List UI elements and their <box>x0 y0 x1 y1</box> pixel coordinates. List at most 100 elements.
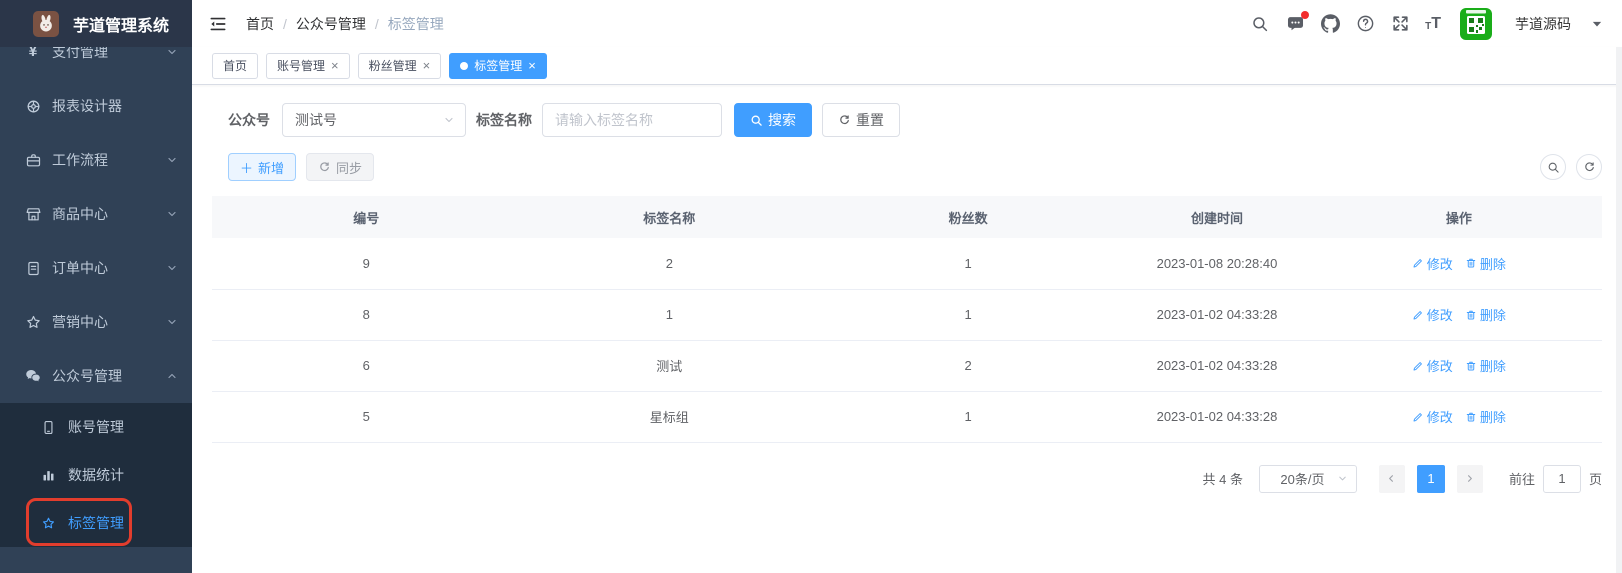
star-icon <box>24 313 42 331</box>
delete-link[interactable]: 删除 <box>1465 305 1506 324</box>
sidebar-submenu-wechat: 账号管理 数据统计 标签管理 <box>0 403 192 547</box>
font-size-icon[interactable]: TT <box>1425 15 1441 33</box>
cell-name: 星标组 <box>521 391 818 442</box>
help-icon[interactable] <box>1355 14 1375 34</box>
breadcrumb-home[interactable]: 首页 <box>246 14 274 34</box>
page-content: 公众号 测试号 标签名称 搜索 重置 ＋ 新增 <box>192 85 1622 493</box>
chevron-down-icon <box>1337 473 1348 484</box>
edit-link-label: 修改 <box>1427 407 1453 426</box>
tab-tag-mgmt[interactable]: 标签管理 × <box>449 53 547 79</box>
cell-id: 9 <box>212 238 521 289</box>
sidebar-item-label: 账号管理 <box>68 417 124 437</box>
close-icon[interactable]: × <box>528 59 536 72</box>
goto-page-input[interactable] <box>1543 465 1581 493</box>
cell-name: 2 <box>521 238 818 289</box>
table-row: 6 测试 2 2023-01-02 04:33:28 修改 删除 <box>212 340 1602 391</box>
filter-form: 公众号 测试号 标签名称 搜索 重置 <box>212 103 1602 137</box>
app-logo[interactable]: 芋道管理系统 <box>0 0 192 47</box>
sync-button-label: 同步 <box>336 158 362 177</box>
sidebar-item-wechat-mgmt[interactable]: 公众号管理 <box>0 349 192 403</box>
sidebar: 芋道管理系统 ¥ 支付管理 报表设计器 工作流程 商品中心 订单中心 <box>0 0 192 573</box>
user-avatar-qr[interactable] <box>1460 8 1492 40</box>
chevron-up-icon <box>166 370 178 382</box>
sidebar-item-order-center[interactable]: 订单中心 <box>0 241 192 295</box>
tab-fans-mgmt[interactable]: 粉丝管理 × <box>358 53 442 79</box>
cell-name: 测试 <box>521 340 818 391</box>
sidebar-item-account-mgmt[interactable]: 账号管理 <box>0 403 192 451</box>
active-tab-dot <box>460 62 468 70</box>
delete-link[interactable]: 删除 <box>1465 254 1506 273</box>
scrollbar[interactable] <box>1616 47 1622 573</box>
next-page-button[interactable] <box>1457 465 1483 493</box>
table-row: 5 星标组 1 2023-01-02 04:33:28 修改 删除 <box>212 391 1602 442</box>
chevron-down-icon <box>166 154 178 166</box>
delete-link-label: 删除 <box>1480 305 1506 324</box>
briefcase-icon <box>24 151 42 169</box>
fullscreen-icon[interactable] <box>1390 14 1410 34</box>
cell-created: 2023-01-02 04:33:28 <box>1118 340 1315 391</box>
column-header-name: 标签名称 <box>521 196 818 238</box>
add-button[interactable]: ＋ 新增 <box>228 153 296 181</box>
message-icon[interactable] <box>1285 14 1305 34</box>
edit-link[interactable]: 修改 <box>1412 254 1453 273</box>
page-size-select[interactable]: 20条/页 <box>1259 465 1357 493</box>
search-icon[interactable] <box>1250 14 1270 34</box>
delete-link[interactable]: 删除 <box>1465 356 1506 375</box>
sidebar-item-label: 营销中心 <box>52 312 166 332</box>
account-select[interactable]: 测试号 <box>282 103 466 137</box>
shop-icon <box>24 205 42 223</box>
search-button[interactable]: 搜索 <box>734 103 812 137</box>
tab-label: 账号管理 <box>277 57 325 74</box>
edit-link[interactable]: 修改 <box>1412 356 1453 375</box>
breadcrumb-separator: / <box>375 16 379 32</box>
cell-fans: 2 <box>818 340 1118 391</box>
sidebar-item-label: 标签管理 <box>68 513 124 533</box>
prev-page-button[interactable] <box>1379 465 1405 493</box>
page-number-button[interactable]: 1 <box>1417 465 1445 493</box>
top-header: 首页 / 公众号管理 / 标签管理 TT 芋道源码 <box>192 0 1622 47</box>
cell-created: 2023-01-02 04:33:28 <box>1118 391 1315 442</box>
sidebar-item-marketing-center[interactable]: 营销中心 <box>0 295 192 349</box>
user-name[interactable]: 芋道源码 <box>1515 14 1571 34</box>
edit-link[interactable]: 修改 <box>1412 407 1453 426</box>
tab-account-mgmt[interactable]: 账号管理 × <box>266 53 350 79</box>
sync-button[interactable]: 同步 <box>306 153 374 181</box>
sidebar-menu: ¥ 支付管理 报表设计器 工作流程 商品中心 订单中心 营销中心 <box>0 25 192 547</box>
header-actions: TT 芋道源码 <box>1250 8 1602 40</box>
sidebar-item-report-designer[interactable]: 报表设计器 <box>0 79 192 133</box>
cell-id: 6 <box>212 340 521 391</box>
sidebar-item-workflow[interactable]: 工作流程 <box>0 133 192 187</box>
column-header-actions: 操作 <box>1316 196 1602 238</box>
delete-link[interactable]: 删除 <box>1465 407 1506 426</box>
breadcrumb-section[interactable]: 公众号管理 <box>296 14 366 34</box>
chevron-down-icon <box>166 316 178 328</box>
sidebar-item-product-center[interactable]: 商品中心 <box>0 187 192 241</box>
page-size-value: 20条/页 <box>1268 469 1337 488</box>
reset-button[interactable]: 重置 <box>822 103 900 137</box>
app-title: 芋道管理系统 <box>73 12 169 36</box>
sidebar-item-tag-mgmt[interactable]: 标签管理 <box>0 499 192 547</box>
sidebar-item-label: 公众号管理 <box>52 366 166 386</box>
sidebar-item-data-stats[interactable]: 数据统计 <box>0 451 192 499</box>
table-row: 9 2 1 2023-01-08 20:28:40 修改 删除 <box>212 238 1602 289</box>
edit-link-label: 修改 <box>1427 356 1453 375</box>
close-icon[interactable]: × <box>423 59 431 72</box>
edit-link[interactable]: 修改 <box>1412 305 1453 324</box>
order-document-icon <box>24 259 42 277</box>
table-header-row: 编号 标签名称 粉丝数 创建时间 操作 <box>212 196 1602 238</box>
tag-name-field-label: 标签名称 <box>476 110 532 130</box>
table-row: 8 1 1 2023-01-02 04:33:28 修改 删除 <box>212 289 1602 340</box>
close-icon[interactable]: × <box>331 59 339 72</box>
sidebar-fold-icon[interactable] <box>208 14 228 34</box>
caret-down-icon[interactable] <box>1592 20 1602 28</box>
delete-link-label: 删除 <box>1480 407 1506 426</box>
breadcrumb-current: 标签管理 <box>388 14 444 34</box>
cell-fans: 1 <box>818 391 1118 442</box>
tab-home[interactable]: 首页 <box>212 53 258 79</box>
tag-name-input[interactable] <box>542 103 722 137</box>
tags-table: 编号 标签名称 粉丝数 创建时间 操作 9 2 1 2023-01-08 20:… <box>212 196 1602 443</box>
column-header-id: 编号 <box>212 196 521 238</box>
toggle-search-button[interactable] <box>1540 154 1566 180</box>
github-icon[interactable] <box>1320 14 1340 34</box>
refresh-button[interactable] <box>1576 154 1602 180</box>
